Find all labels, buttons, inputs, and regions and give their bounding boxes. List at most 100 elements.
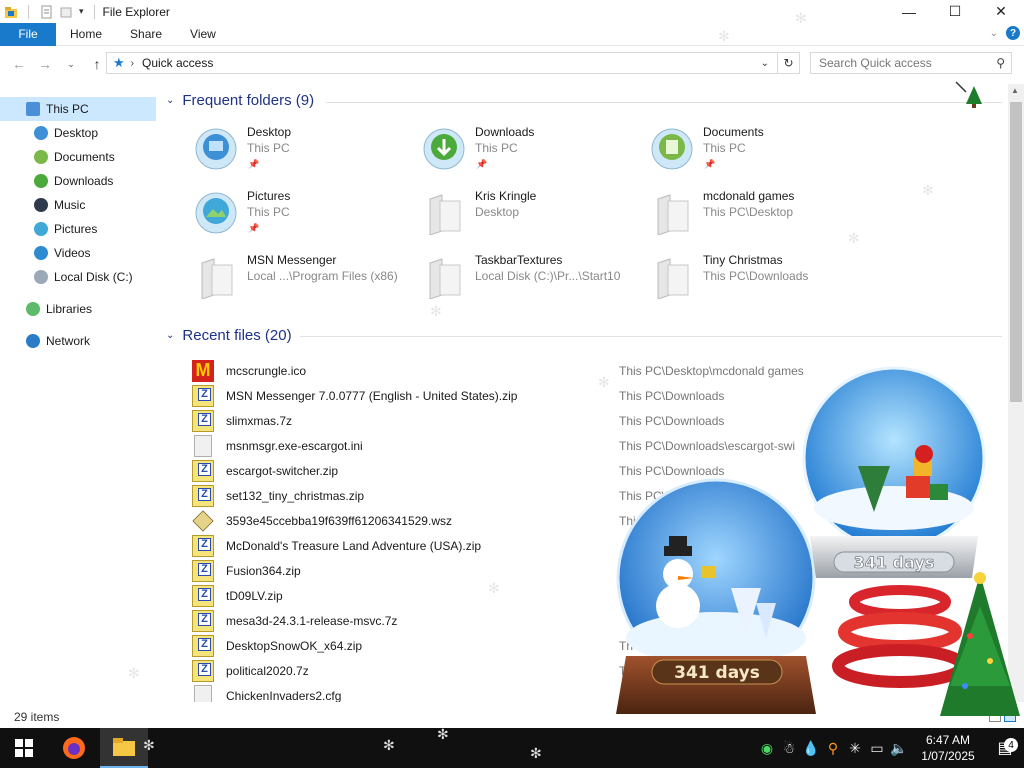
close-button[interactable]: ✕ [978,0,1024,23]
details-view-icon[interactable] [989,710,1001,722]
list-item[interactable]: political2020.7z Th [192,658,1002,683]
sidebar-item-local-disk[interactable]: Local Disk (C:) [34,265,133,289]
recent-files-header[interactable]: ⌄ Recent files (20) [166,327,292,344]
mcdonalds-file-icon: M [192,359,214,382]
snowflake-icon: ✻ [143,737,155,753]
frequent-folders-header[interactable]: ⌄ Frequent folders (9) [166,92,314,109]
breadcrumb-quick-access[interactable]: Quick access [142,56,213,70]
file-explorer-icon [113,738,135,756]
clock-date: 1/07/2025 [921,749,975,763]
list-item[interactable]: tD09LV.zip [192,583,1002,608]
sidebar-item-network[interactable]: Network [26,329,90,353]
expand-ribbon-icon[interactable]: ⌄ [990,28,998,39]
explorer-app-icon[interactable] [4,5,18,19]
folder-tile[interactable]: Tiny Christmas This PC\Downloads [616,253,836,313]
tray-people-icon[interactable]: ☃ [778,740,800,757]
tray-network-icon[interactable]: ▭ [866,740,888,757]
snowflake-icon: ✻ [718,28,730,44]
sidebar-item-libraries[interactable]: Libraries [26,297,92,321]
folder-tile[interactable]: Pictures This PC 📌 [160,189,380,249]
tab-share[interactable]: Share [116,27,176,41]
tab-view[interactable]: View [176,27,230,41]
list-item[interactable]: mesa3d-24.3.1-release-msvc.7z [192,608,1002,633]
address-dropdown-icon[interactable]: ⌄ [761,58,769,69]
taskbar-file-explorer[interactable] [100,728,148,768]
tab-home[interactable]: Home [56,27,116,41]
folder-tile[interactable]: mcdonald games This PC\Desktop [616,189,836,249]
maximize-button[interactable]: ☐ [932,0,978,23]
scroll-up-arrow-icon[interactable]: ▲ [1011,86,1019,95]
tray-volume-icon[interactable]: 🔈 [888,740,910,757]
sidebar-item-videos[interactable]: Videos [34,241,90,265]
collapse-chevron-icon[interactable]: ⌄ [166,95,174,106]
list-item[interactable]: escargot-switcher.zip This PC\Downloads [192,458,1002,483]
taskbar-clock[interactable]: 6:47 AM 1/07/2025 [910,732,986,764]
group-divider [300,336,1002,337]
list-item[interactable]: DesktopSnowOK_x64.zip Th [192,633,1002,658]
pin-icon: 📌 [248,223,260,233]
sidebar-item-documents[interactable]: Documents [34,145,115,169]
folder-tile[interactable]: TaskbarTextures Local Disk (C:)\Pr...\St… [388,253,620,313]
group-title: Frequent folders (9) [182,92,315,109]
recent-locations-button[interactable]: ⌄ [58,59,84,70]
list-item[interactable]: ChickenInvaders2.cfg [192,683,1002,702]
customize-toolbar-icon[interactable]: ▾ [79,6,84,17]
folder-tile[interactable]: Kris Kringle Desktop [388,189,608,249]
sidebar-item-label: Network [46,334,91,348]
folder-tile[interactable]: MSN Messenger Local ...\Program Files (x… [160,253,398,313]
list-item[interactable]: set132_tiny_christmas.zip This PC\D [192,483,1002,508]
windows-logo-icon [15,739,33,757]
list-item[interactable]: Fusion364.zip [192,558,1002,583]
vertical-scrollbar[interactable]: ▲ [1008,84,1024,702]
search-input[interactable]: Search Quick access ⚲ [810,52,1012,74]
sidebar-item-desktop[interactable]: Desktop [34,121,98,145]
documents-icon [34,150,48,164]
collapse-chevron-icon[interactable]: ⌄ [166,330,174,341]
file-path: This PC\Downloads [619,388,725,403]
forward-button[interactable]: → [32,56,58,72]
list-item[interactable]: MSN Messenger 7.0.0777 (English - United… [192,383,1002,408]
action-center-button[interactable]: ▤ 4 [986,738,1024,758]
sidebar-item-label: Documents [54,150,115,164]
tray-search-icon[interactable]: ⚲ [822,740,844,757]
folder-tile[interactable]: Downloads This PC 📌 [388,125,608,185]
taskbar-firefox[interactable] [50,728,98,768]
new-folder-icon[interactable] [59,5,73,19]
tray-snowflake-icon[interactable]: ✳ [844,740,866,757]
sidebar-item-downloads[interactable]: Downloads [34,169,113,193]
large-icons-view-icon[interactable] [1004,710,1016,722]
list-item[interactable]: McDonald's Treasure Land Adventure (USA)… [192,533,1002,558]
start-button[interactable] [0,728,48,768]
window-title: File Explorer [102,4,170,19]
address-bar[interactable]: ★ › Quick access ⌄ [106,52,778,74]
folder-tile[interactable]: Documents This PC 📌 [616,125,836,185]
sidebar-item-pictures[interactable]: Pictures [34,217,97,241]
tray-app-green-icon[interactable]: ◉ [756,740,778,757]
clock-time: 6:47 AM [925,733,971,747]
folder-tile[interactable]: Desktop This PC 📌 [160,125,380,185]
list-item[interactable]: M mcscrungle.ico This PC\Desktop\mcdonal… [192,358,1002,383]
sidebar-item-label: Videos [54,246,91,260]
view-toggle[interactable] [989,710,1016,722]
tray-drop-icon[interactable]: 💧 [800,740,822,757]
list-item[interactable]: slimxmas.7z This PC\Downloads [192,408,1002,433]
properties-icon[interactable] [39,5,53,19]
file-name: msnmsgr.exe-escargot.ini [226,438,363,453]
scrollbar-thumb[interactable] [1010,102,1022,402]
file-path: This PC\Downloads\escargot-swi [619,438,796,453]
back-button[interactable]: ← [6,56,32,72]
folder-path: This PC\Downloads [703,269,809,283]
zip-file-icon [192,634,214,657]
sidebar-item-music[interactable]: Music [34,193,85,217]
breadcrumb-chevron-icon[interactable]: › [131,58,134,69]
list-item[interactable]: 3593e45ccebba19f639ff61206341529.wsz Thi [192,508,1002,533]
help-button[interactable]: ? [1006,26,1020,40]
tab-file[interactable]: File [0,22,56,46]
zip-file-icon [192,384,214,407]
quick-access-star-icon: ★ [113,55,125,70]
minimize-button[interactable]: — [886,0,932,23]
sidebar-item-this-pc[interactable]: This PC [0,97,156,121]
refresh-button[interactable]: ↻ [778,52,800,74]
ribbon-tabs: File Home Share View ⌄ ? [0,22,1024,46]
list-item[interactable]: msnmsgr.exe-escargot.ini This PC\Downloa… [192,433,1002,458]
